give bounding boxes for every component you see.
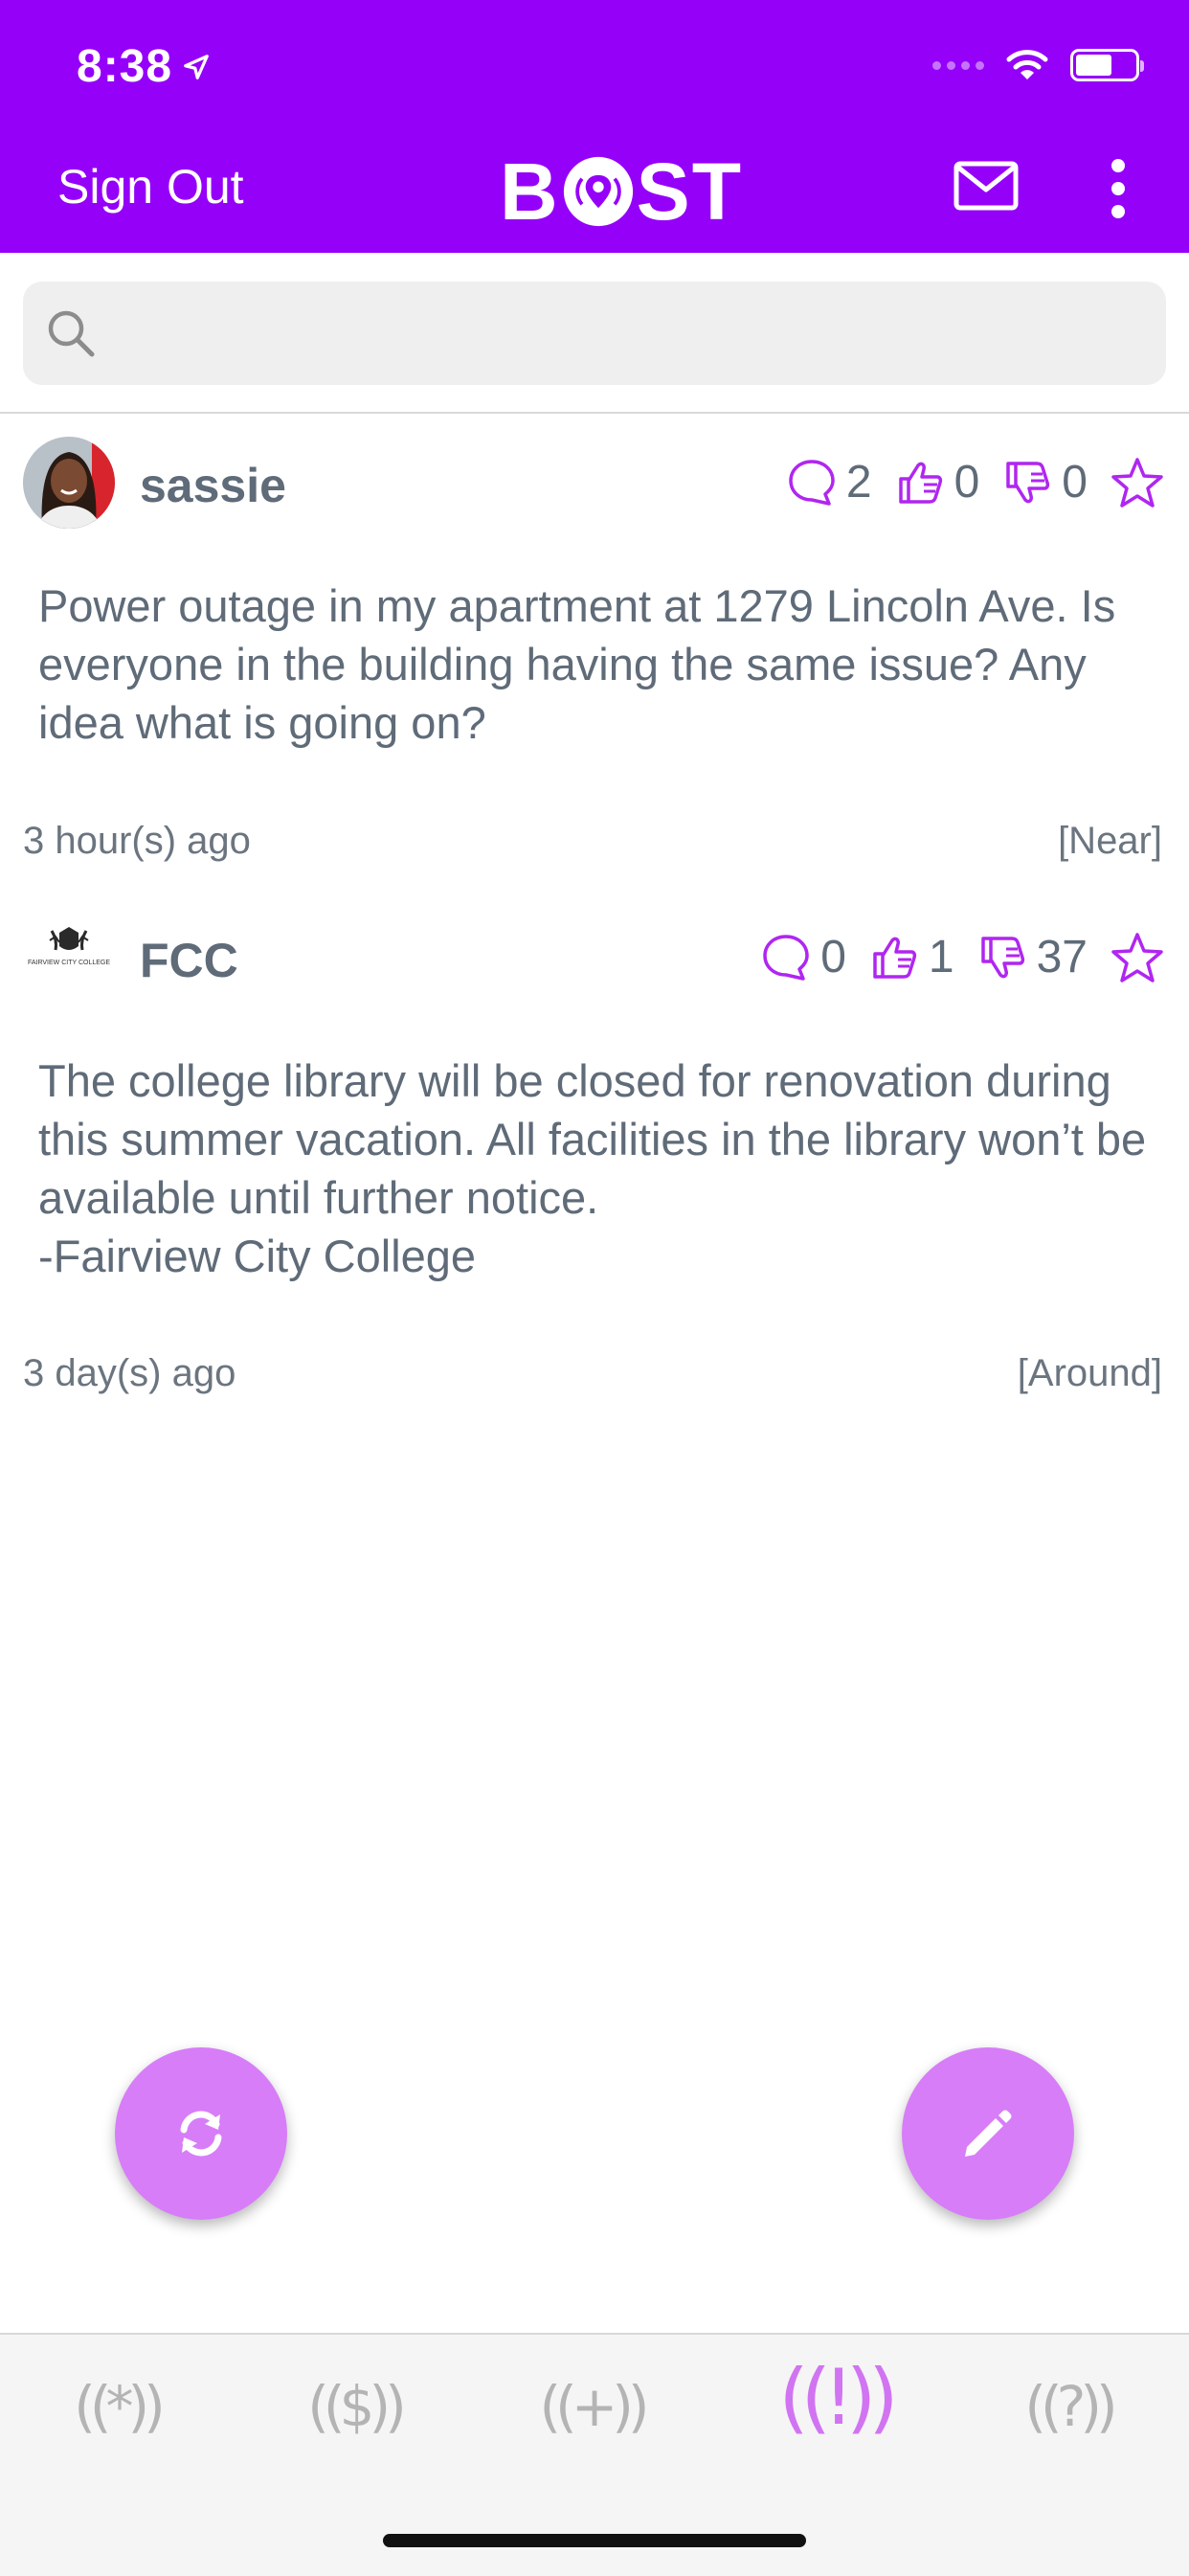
logo-text-left: B bbox=[500, 147, 560, 237]
user-photo bbox=[23, 437, 115, 529]
avatar[interactable]: FAIRVIEW CITY COLLEGE bbox=[23, 912, 115, 1004]
mail-icon[interactable] bbox=[953, 161, 1019, 211]
tab-deals[interactable]: (($)) bbox=[287, 2354, 421, 2459]
post-stats: 2 0 0 bbox=[787, 456, 1164, 508]
more-options-icon[interactable] bbox=[1099, 159, 1137, 218]
comment-icon[interactable] bbox=[761, 933, 811, 983]
post-stats: 0 1 37 bbox=[761, 931, 1164, 983]
avatar[interactable] bbox=[23, 437, 115, 529]
post-scope: [Around] bbox=[1017, 1352, 1162, 1394]
post-text: The college library will be closed for r… bbox=[38, 1055, 1147, 1281]
broadcast-pin-icon bbox=[563, 156, 633, 227]
thumbs-down-icon[interactable] bbox=[1002, 458, 1052, 508]
post-time: 3 day(s) ago bbox=[23, 1352, 236, 1394]
status-time-text: 8:38 bbox=[77, 41, 173, 92]
post-scope: [Near] bbox=[1058, 820, 1162, 862]
wifi-icon bbox=[1006, 50, 1048, 79]
thumbs-up-icon[interactable] bbox=[869, 933, 919, 983]
app-header: 8:38 Sign Out B ST bbox=[0, 0, 1189, 253]
comment-count: 0 bbox=[820, 932, 846, 983]
post-text: Power outage in my apartment at 1279 Lin… bbox=[38, 580, 1116, 748]
comment-icon[interactable] bbox=[787, 458, 837, 508]
boost-logo: B ST bbox=[500, 151, 743, 232]
like-count: 1 bbox=[928, 932, 954, 983]
username[interactable]: FCC bbox=[140, 933, 238, 988]
post-card[interactable]: sassie 2 0 0 Power outage in my apartmen… bbox=[0, 437, 1189, 877]
refresh-button[interactable] bbox=[115, 2047, 287, 2220]
search-icon bbox=[48, 310, 95, 357]
comment-count: 2 bbox=[845, 457, 872, 508]
compose-button[interactable] bbox=[902, 2047, 1074, 2220]
tab-alerts[interactable]: ((!)) bbox=[764, 2344, 906, 2450]
college-seal-icon bbox=[49, 927, 89, 951]
sign-out-button[interactable]: Sign Out bbox=[57, 159, 244, 215]
thumbs-up-icon[interactable] bbox=[895, 458, 945, 508]
tab-general[interactable]: ((*)) bbox=[50, 2354, 184, 2459]
status-indicators bbox=[932, 48, 1144, 82]
logo-text-right: ST bbox=[636, 147, 744, 237]
home-indicator bbox=[383, 2534, 806, 2547]
location-arrow-icon bbox=[184, 54, 209, 79]
status-time: 8:38 bbox=[77, 40, 211, 93]
avatar-caption: FAIRVIEW CITY COLLEGE bbox=[27, 960, 111, 966]
username[interactable]: sassie bbox=[140, 458, 286, 513]
refresh-icon bbox=[180, 2111, 222, 2157]
battery-icon bbox=[1070, 49, 1144, 81]
post-card[interactable]: FAIRVIEW CITY COLLEGE FCC 0 1 37 The col… bbox=[0, 912, 1189, 1410]
pencil-icon bbox=[965, 2110, 1012, 2157]
tab-help[interactable]: ((+)) bbox=[525, 2354, 659, 2459]
star-icon[interactable] bbox=[1110, 932, 1164, 983]
like-count: 0 bbox=[953, 457, 980, 508]
post-time: 3 hour(s) ago bbox=[23, 820, 251, 862]
search-divider bbox=[0, 412, 1189, 414]
search-bar[interactable] bbox=[23, 282, 1166, 385]
star-icon[interactable] bbox=[1110, 457, 1164, 508]
tab-questions[interactable]: ((?)) bbox=[1001, 2354, 1135, 2459]
thumbs-down-icon[interactable] bbox=[977, 933, 1027, 983]
search-input[interactable] bbox=[119, 299, 1137, 370]
dislike-count: 37 bbox=[1036, 932, 1088, 983]
dislike-count: 0 bbox=[1062, 457, 1088, 508]
cellular-signal-icon bbox=[932, 60, 984, 70]
